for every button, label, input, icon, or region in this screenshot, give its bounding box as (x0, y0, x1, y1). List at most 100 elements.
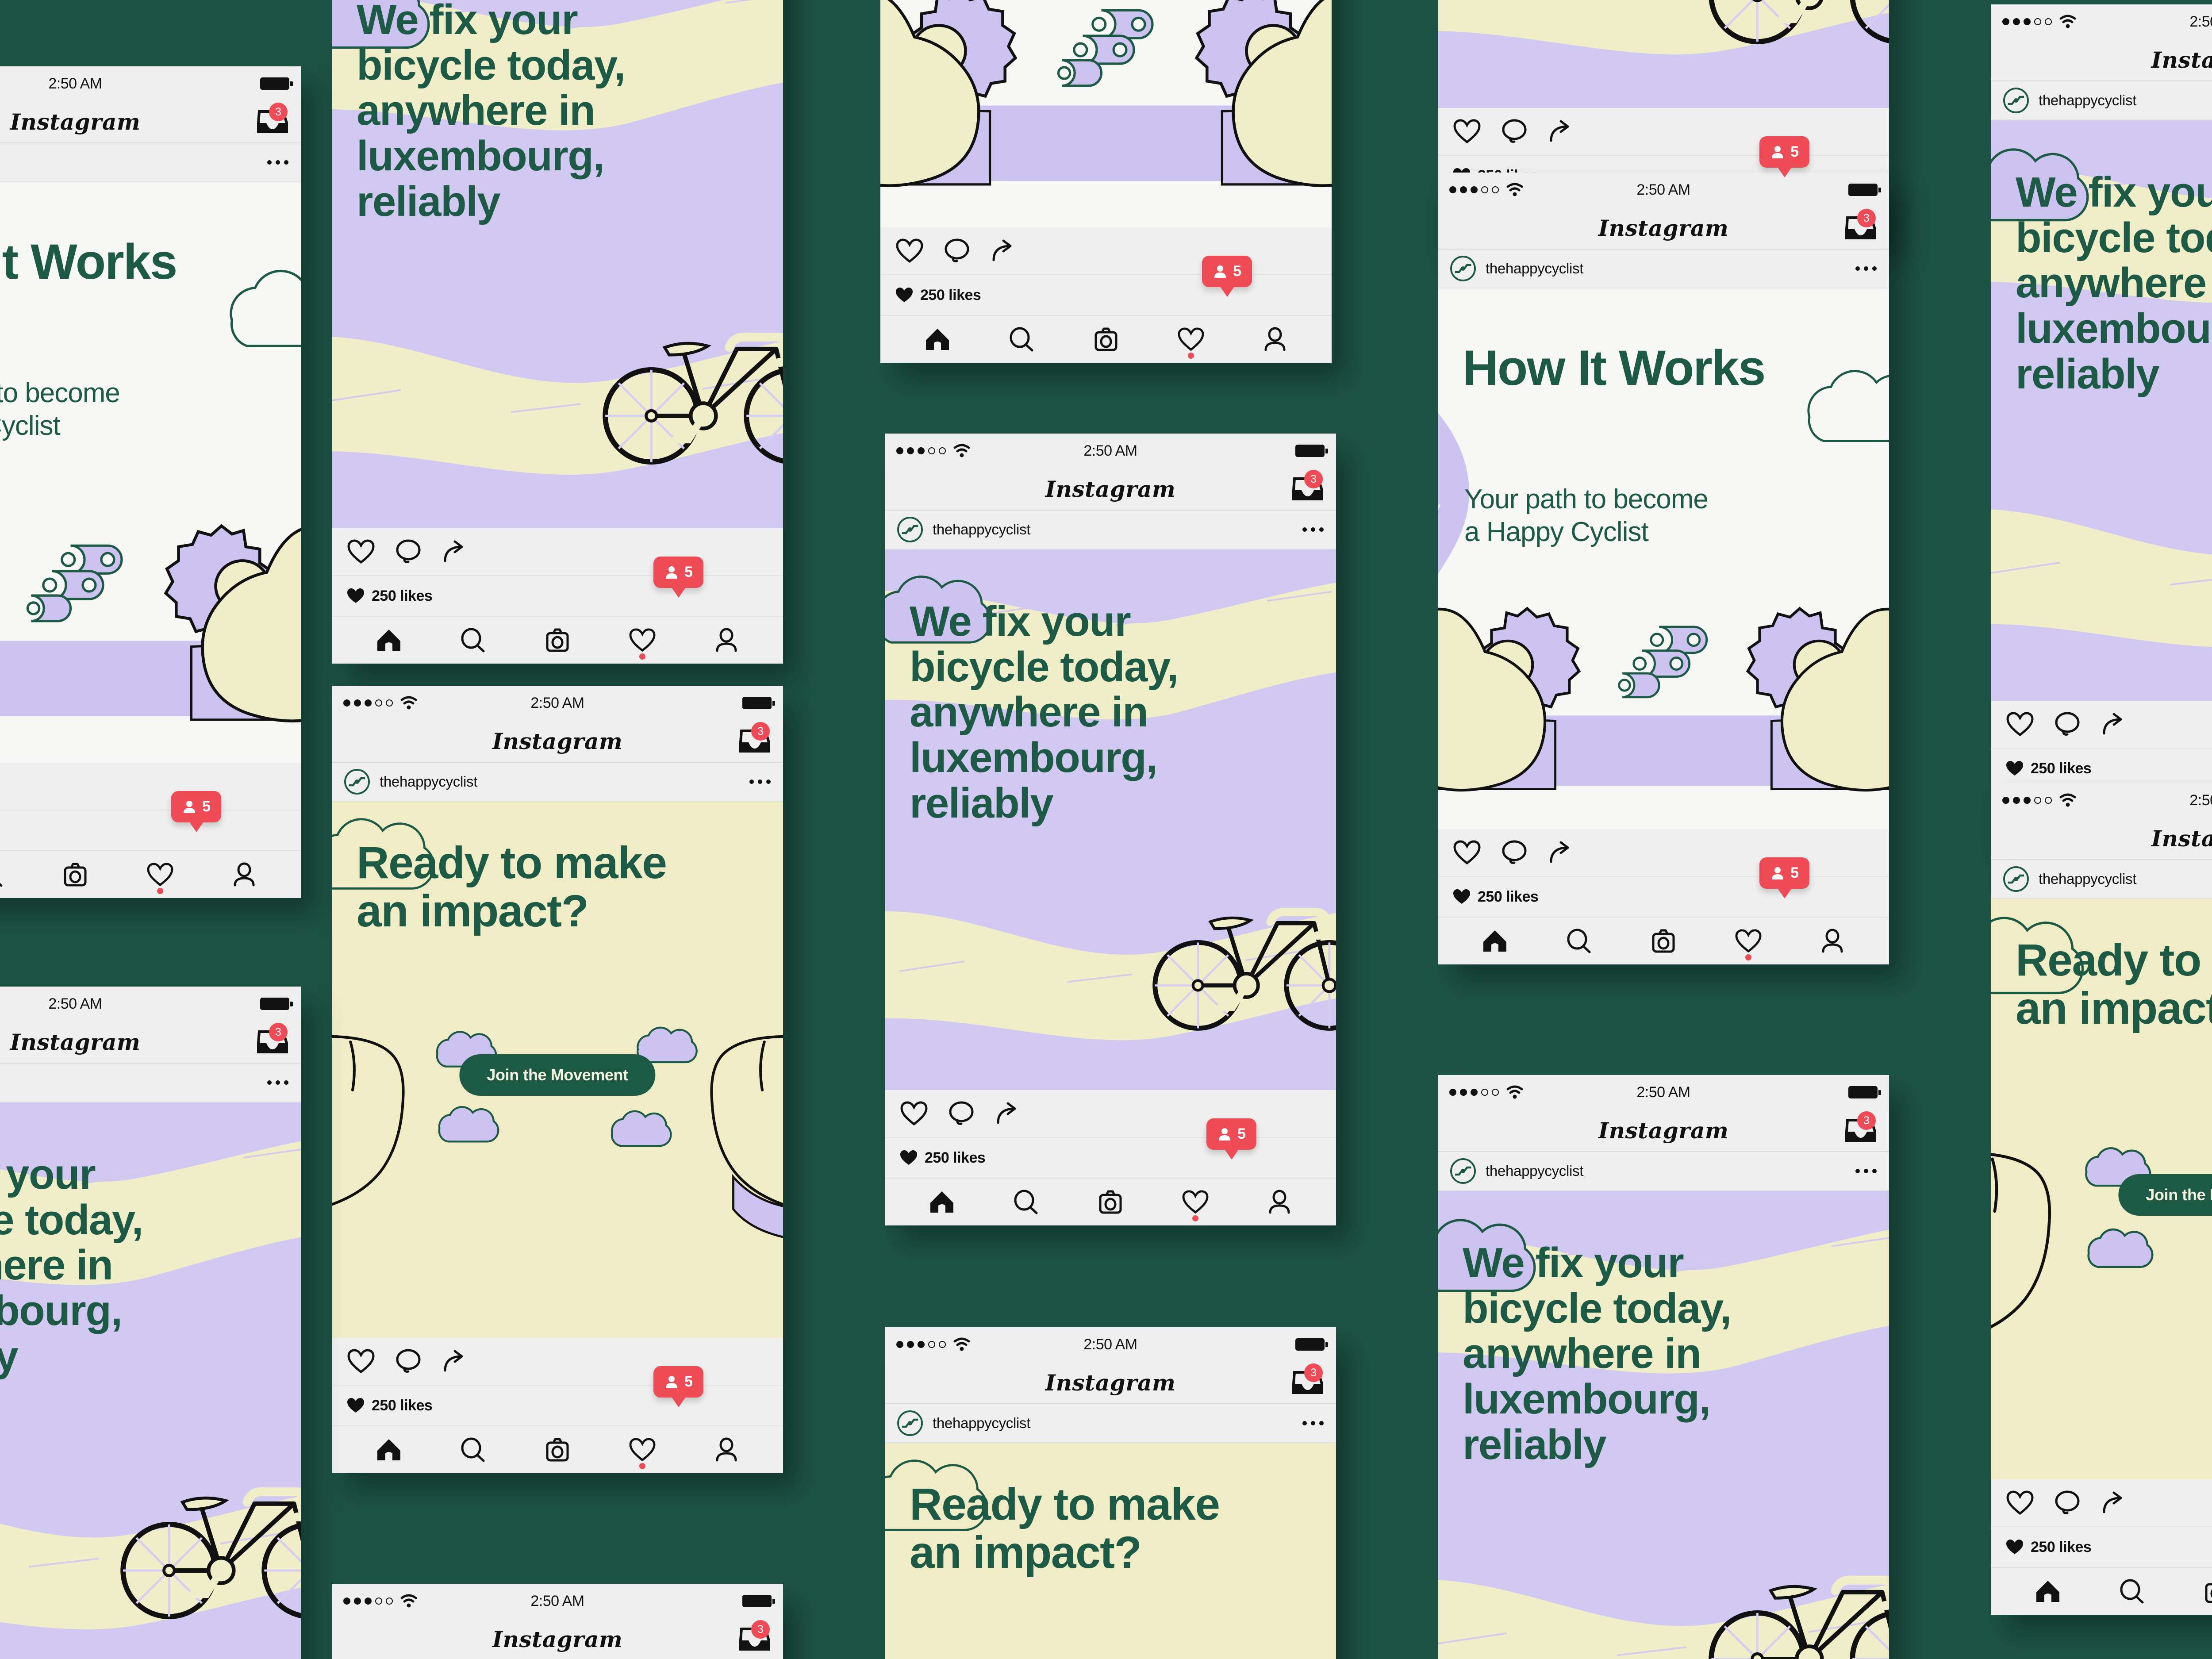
share-arrow-icon[interactable] (2101, 1490, 2128, 1516)
bicycle-chain-avatar-icon[interactable] (2003, 866, 2029, 892)
heart-outline-icon[interactable] (2006, 1490, 2034, 1516)
bicycle-chain-avatar-icon[interactable] (897, 517, 923, 542)
tab-activity[interactable] (629, 628, 656, 660)
heart-outline-icon[interactable] (347, 1348, 375, 1374)
inbox-icon[interactable]: 3 (738, 722, 772, 755)
inbox-icon[interactable]: 3 (1844, 1111, 1878, 1144)
tab-profile[interactable] (714, 1437, 739, 1462)
tab-search[interactable] (1566, 929, 1592, 953)
share-arrow-icon[interactable] (442, 539, 469, 565)
tab-camera[interactable] (61, 862, 89, 887)
heart-outline-icon[interactable] (1453, 840, 1481, 865)
tab-search[interactable] (1008, 327, 1035, 352)
more-options-icon[interactable] (267, 1080, 288, 1085)
tab-home[interactable] (1482, 929, 1508, 953)
comment-bubble-icon[interactable] (1501, 119, 1528, 144)
more-options-icon[interactable] (1302, 1421, 1324, 1425)
search-icon (461, 1437, 485, 1462)
comment-bubble-icon[interactable] (395, 1348, 422, 1374)
tab-profile[interactable] (231, 862, 257, 887)
tab-camera[interactable] (2203, 1579, 2212, 1604)
post-username[interactable]: thehappycyclist (2039, 871, 2136, 887)
inbox-icon[interactable]: 3 (256, 103, 289, 135)
comment-bubble-icon[interactable] (2054, 711, 2081, 737)
tab-activity[interactable] (1182, 1190, 1209, 1221)
tab-home[interactable] (929, 1190, 955, 1214)
post-username[interactable]: thehappycyclist (933, 521, 1030, 538)
more-options-icon[interactable] (1855, 266, 1877, 271)
comment-bubble-icon[interactable] (948, 1101, 975, 1126)
tab-search[interactable] (0, 862, 4, 887)
person-outline-icon (1269, 1190, 1290, 1214)
heart-outline-icon[interactable] (895, 238, 924, 264)
bicycle-chain-avatar-icon[interactable] (897, 1410, 923, 1436)
comment-bubble-icon[interactable] (395, 539, 422, 565)
post-username[interactable]: thehappycyclist (1486, 260, 1583, 277)
bicycle-chain-avatar-icon[interactable] (1450, 1158, 1476, 1184)
card-ready-bottom-mid: 2:50 AM Instagram 3 thehappycyclist Read… (885, 1327, 1336, 1659)
more-options-icon[interactable] (749, 780, 771, 784)
comment-bubble-icon[interactable] (2054, 1490, 2081, 1516)
tab-camera[interactable] (544, 628, 571, 653)
post-headline-line: We fix your (357, 0, 578, 43)
heart-outline-icon[interactable] (900, 1101, 928, 1126)
post-username[interactable]: thehappycyclist (1486, 1163, 1583, 1179)
post-subtitle: Your path to becomea Happy Cyclist (0, 377, 283, 443)
comment-bubble-icon[interactable] (943, 238, 971, 264)
post-media-ready-to-make-an-impact: Ready to makean impact? Join the Movement (1991, 899, 2212, 1479)
tab-profile[interactable] (714, 628, 739, 653)
share-arrow-icon[interactable] (995, 1101, 1022, 1126)
tab-activity[interactable] (1735, 929, 1762, 960)
post-headline-line: reliably (910, 779, 1054, 827)
join-the-movement-button[interactable]: Join the Movement (2118, 1174, 2212, 1216)
tab-home[interactable] (376, 1437, 402, 1462)
bicycle-chain-avatar-icon[interactable] (1450, 256, 1476, 281)
tab-search[interactable] (460, 1437, 486, 1462)
bicycle-chain-avatar-icon[interactable] (2003, 88, 2029, 113)
share-arrow-icon[interactable] (990, 238, 1018, 264)
inbox-icon[interactable]: 3 (1291, 1363, 1325, 1396)
tab-search[interactable] (1013, 1190, 1039, 1214)
share-arrow-icon[interactable] (1548, 840, 1575, 865)
post-action-bar (0, 763, 301, 810)
tab-activity[interactable] (629, 1437, 656, 1469)
join-the-movement-button[interactable]: Join the Movement (459, 1054, 656, 1096)
tab-profile[interactable] (1820, 929, 1845, 953)
tab-search[interactable] (2119, 1579, 2145, 1604)
battery-icon (1848, 1086, 1881, 1098)
tab-camera[interactable] (544, 1437, 571, 1462)
tab-profile[interactable] (1262, 327, 1288, 352)
tab-home[interactable] (376, 628, 402, 653)
post-media-how-it-works: How It Works Your path to becomea Happy C… (0, 182, 301, 763)
inbox-icon[interactable]: 3 (1291, 470, 1325, 503)
tab-camera[interactable] (1097, 1190, 1124, 1214)
heart-outline-icon[interactable] (2006, 711, 2034, 737)
comment-bubble-icon[interactable] (1501, 840, 1528, 865)
heart-filled-icon (347, 1398, 365, 1413)
post-headline-line: Ready to make (910, 1479, 1220, 1529)
tab-camera[interactable] (1092, 327, 1120, 352)
inbox-icon[interactable]: 3 (1844, 209, 1878, 242)
inbox-icon[interactable]: 3 (256, 1023, 289, 1056)
tab-activity[interactable] (146, 862, 174, 894)
share-arrow-icon[interactable] (1548, 119, 1575, 144)
more-options-icon[interactable] (267, 160, 288, 165)
more-options-icon[interactable] (1855, 1169, 1877, 1173)
tab-activity[interactable] (1177, 327, 1205, 359)
more-options-icon[interactable] (1302, 527, 1324, 532)
tab-search[interactable] (460, 628, 486, 653)
heart-outline-icon[interactable] (347, 539, 375, 565)
tab-home[interactable] (924, 327, 951, 352)
tab-home[interactable] (2035, 1579, 2061, 1604)
share-arrow-icon[interactable] (442, 1348, 469, 1374)
heart-outline-icon[interactable] (1453, 119, 1481, 144)
post-username[interactable]: thehappycyclist (2039, 92, 2136, 109)
battery-icon (742, 1595, 775, 1607)
share-arrow-icon[interactable] (2101, 711, 2128, 737)
tab-profile[interactable] (1267, 1190, 1292, 1214)
bicycle-chain-avatar-icon[interactable] (344, 769, 370, 795)
tab-camera[interactable] (1650, 929, 1677, 953)
post-username[interactable]: thehappycyclist (380, 773, 477, 790)
post-username[interactable]: thehappycyclist (933, 1415, 1030, 1432)
inbox-icon[interactable]: 3 (738, 1620, 772, 1653)
